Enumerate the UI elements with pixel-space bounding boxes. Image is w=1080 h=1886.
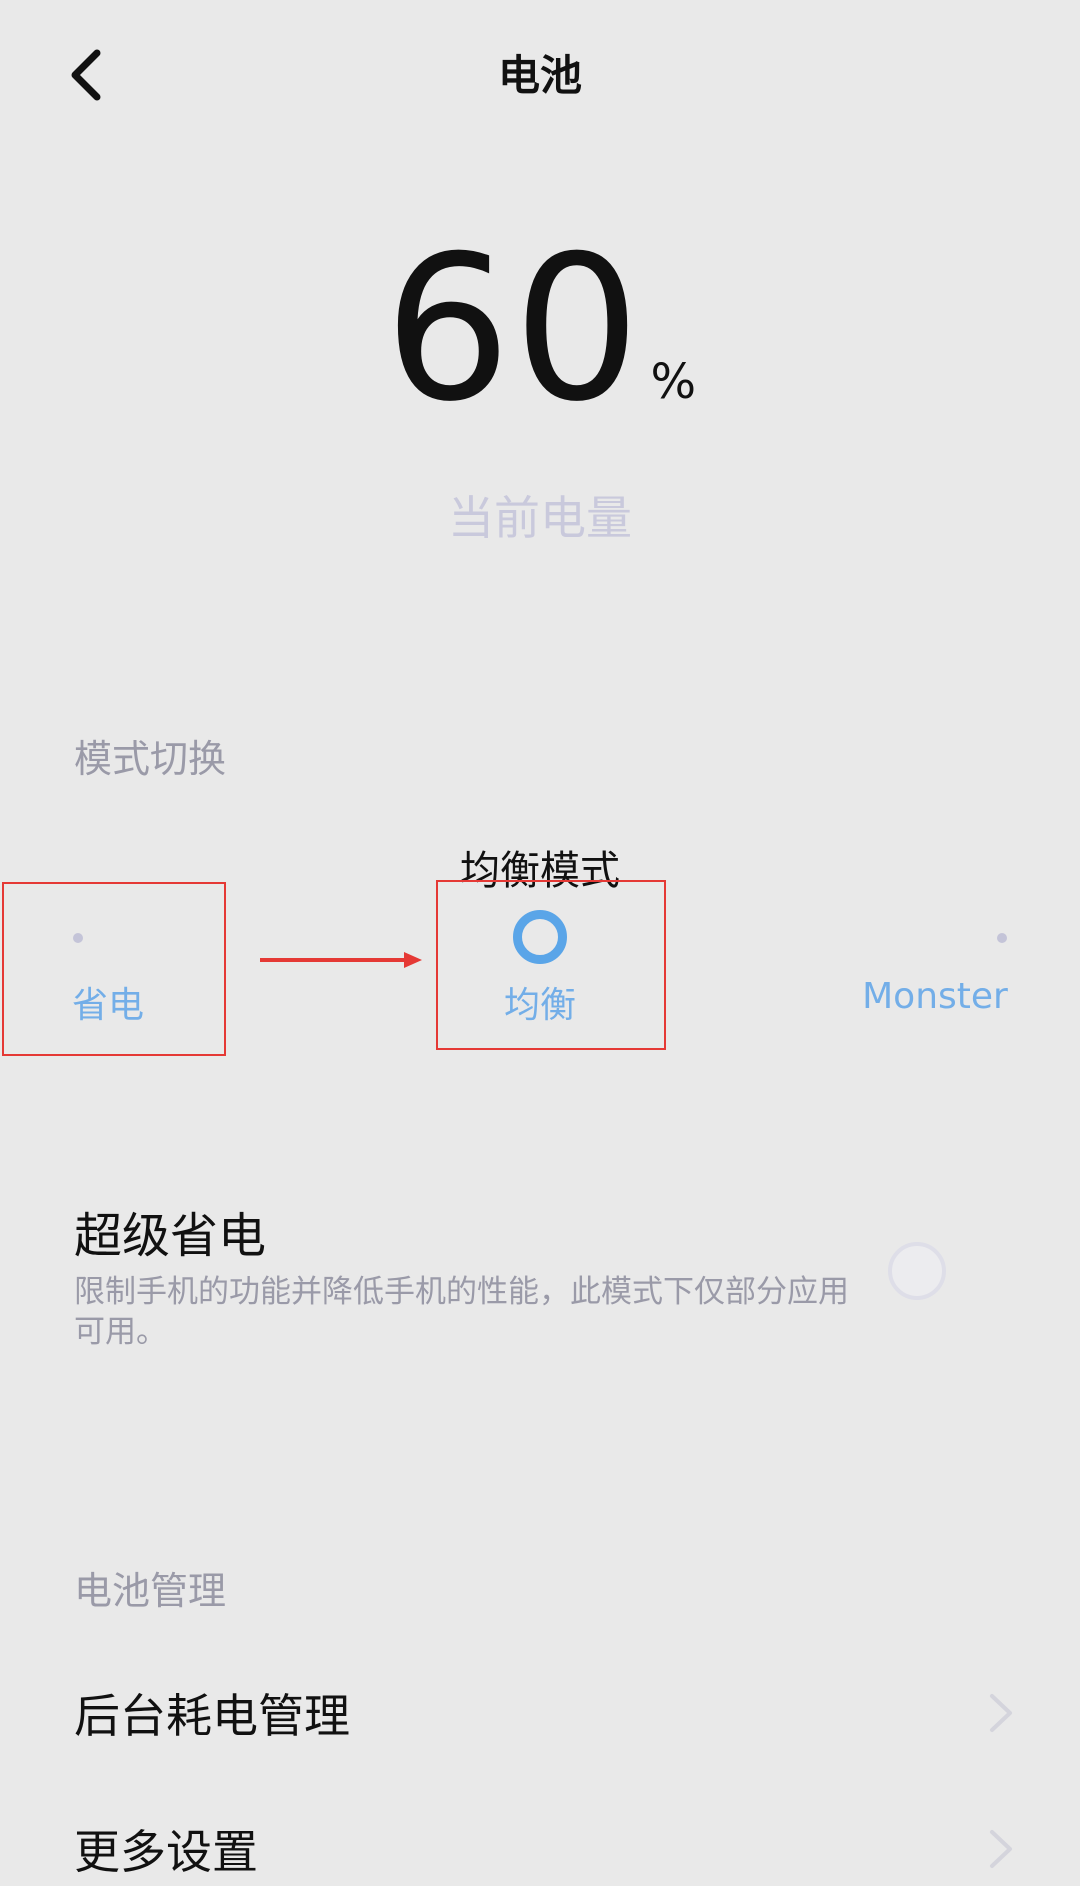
mode-section-heading: 模式切换: [74, 737, 227, 781]
annotation-arrow: [260, 952, 422, 968]
battery-level-value: 60: [383, 213, 643, 446]
background-power-management-item[interactable]: 后台耗电管理: [0, 1656, 1080, 1766]
mode-option-power-saving[interactable]: 省电: [20, 900, 200, 1040]
mode-option-balanced[interactable]: 均衡: [450, 900, 630, 1040]
page-title: 电池: [497, 51, 582, 100]
mode-selected-indicator: [513, 910, 567, 964]
chevron-right-icon: [990, 1830, 1012, 1868]
mode-dot: [73, 933, 83, 943]
battery-level-unit: %: [650, 354, 697, 410]
mode-label-monster: Monster: [862, 976, 1008, 1017]
chevron-right-icon: [990, 1694, 1012, 1732]
battery-level: 60 %: [0, 230, 1080, 430]
super-saver-toggle[interactable]: [888, 1242, 946, 1300]
battery-management-heading: 电池管理: [74, 1569, 227, 1613]
mode-dot: [997, 933, 1007, 943]
mode-option-monster[interactable]: Monster: [860, 900, 1040, 1040]
mode-label-power-saving: 省电: [71, 985, 144, 1026]
list-item-label: 更多设置: [74, 1825, 258, 1879]
super-saver-description: 限制手机的功能并降低手机的性能，此模式下仅部分应用可用。: [74, 1274, 849, 1350]
more-settings-item[interactable]: 更多设置: [0, 1792, 1080, 1886]
current-mode-label: 均衡模式: [460, 848, 620, 894]
mode-label-balanced: 均衡: [503, 985, 576, 1026]
super-saver-title: 超级省电: [74, 1208, 267, 1264]
battery-settings-page: 电池 60 % 当前电量 模式切换 均衡模式 省电 均衡 Monster 超级省…: [0, 0, 1080, 1886]
battery-level-caption: 当前电量: [448, 491, 632, 545]
list-item-label: 后台耗电管理: [74, 1689, 350, 1743]
